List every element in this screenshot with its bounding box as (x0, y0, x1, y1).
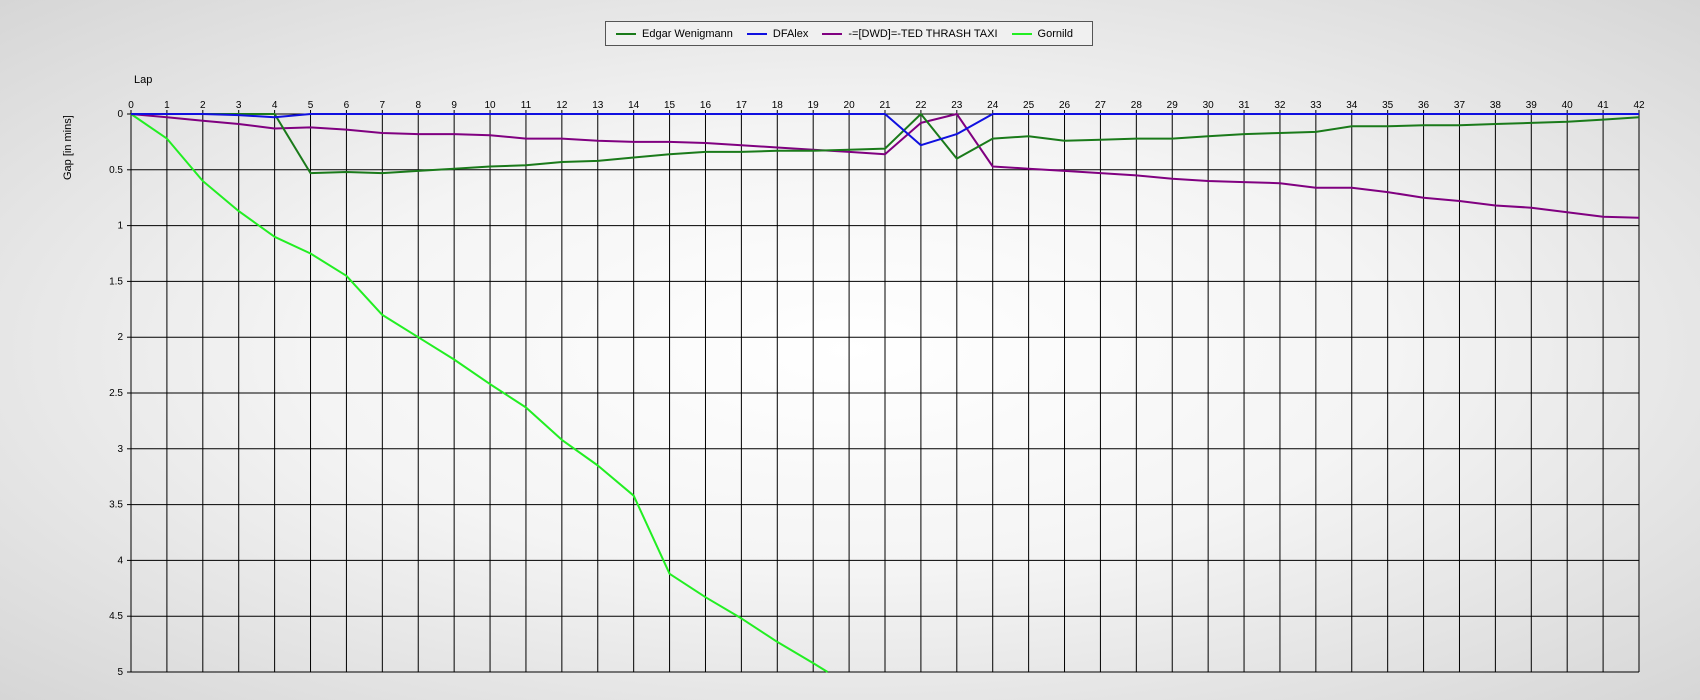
y-tick-label: 1 (117, 221, 123, 232)
x-tick-label: 25 (1023, 100, 1035, 111)
x-tick-label: 1 (164, 100, 170, 111)
y-tick-label: 0.5 (109, 165, 123, 176)
y-tick-label: 5 (117, 667, 123, 678)
x-tick-label: 20 (844, 100, 856, 111)
x-tick-label: 30 (1203, 100, 1215, 111)
x-tick-label: 37 (1454, 100, 1466, 111)
x-tick-label: 27 (1095, 100, 1107, 111)
x-tick-label: 39 (1526, 100, 1538, 111)
x-tick-label: 14 (628, 100, 640, 111)
x-tick-label: 18 (772, 100, 784, 111)
x-tick-label: 2 (200, 100, 206, 111)
x-tick-label: 8 (415, 100, 421, 111)
x-tick-label: 9 (451, 100, 457, 111)
x-tick-label: 17 (736, 100, 748, 111)
y-tick-label: 3 (117, 444, 123, 455)
x-tick-label: 31 (1238, 100, 1250, 111)
y-tick-label: 4.5 (109, 611, 123, 622)
x-tick-label: 26 (1059, 100, 1071, 111)
y-tick-label: 2.5 (109, 388, 123, 399)
x-tick-label: 36 (1418, 100, 1430, 111)
x-tick-label: 22 (915, 100, 927, 111)
x-tick-label: 15 (664, 100, 676, 111)
y-tick-label: 2 (117, 332, 123, 343)
x-tick-label: 24 (987, 100, 999, 111)
y-tick-label: 0 (117, 109, 123, 120)
x-tick-label: 5 (308, 100, 314, 111)
x-tick-label: 7 (380, 100, 386, 111)
x-tick-label: 40 (1562, 100, 1574, 111)
gap-chart: 0 1 2 3 4 5 6 7 8 9 10 11 12 13 14 15 16 17 18 19 20 21 22 23 24… (109, 100, 1645, 678)
x-tick-label: 12 (556, 100, 568, 111)
x-tick-label: 28 (1131, 100, 1143, 111)
x-tick-label: 32 (1274, 100, 1286, 111)
y-tick-label: 3.5 (109, 500, 123, 511)
x-tick-label: 16 (700, 100, 712, 111)
x-tick-label: 41 (1598, 100, 1610, 111)
x-tick-label: 35 (1382, 100, 1394, 111)
x-tick-label: 42 (1633, 100, 1645, 111)
x-tick-label: 23 (951, 100, 963, 111)
x-tick-label: 4 (272, 100, 278, 111)
y-tick-label: 4 (117, 555, 123, 566)
x-tick-label: 21 (879, 100, 891, 111)
x-tick-label: 19 (808, 100, 820, 111)
x-tick-label: 0 (128, 100, 134, 111)
x-tick-label: 11 (521, 100, 532, 111)
x-tick-label: 13 (592, 100, 604, 111)
x-tick-label: 6 (344, 100, 350, 111)
y-tick-label: 1.5 (109, 276, 123, 287)
x-tick-label: 34 (1346, 100, 1358, 111)
x-tick-label: 38 (1490, 100, 1502, 111)
x-tick-label: 3 (236, 100, 242, 111)
x-tick-label: 10 (484, 100, 496, 111)
x-tick-label: 33 (1310, 100, 1322, 111)
x-tick-label: 29 (1167, 100, 1179, 111)
